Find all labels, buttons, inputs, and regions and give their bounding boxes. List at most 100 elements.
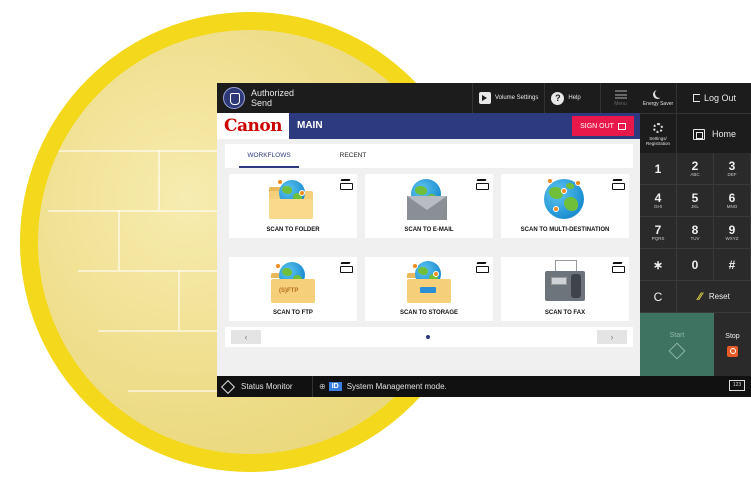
keypad-second-row: Settings/ Registration Home <box>640 113 751 154</box>
keypad-top-row: Energy Saver Log Out <box>640 83 751 113</box>
logout-icon <box>692 94 700 102</box>
tab-strip: WORKFLOWS RECENT <box>225 144 633 168</box>
key-letters: WXYZ <box>725 235 739 241</box>
log-out-button[interactable]: Log Out <box>678 83 751 113</box>
scanner-icon <box>612 262 625 273</box>
page-title: MAIN <box>297 120 323 131</box>
logo-text: Canon <box>223 116 283 136</box>
start-button[interactable]: Start <box>640 313 714 376</box>
key-digit: ∗ <box>652 257 664 272</box>
tile-label: SCAN TO FOLDER <box>266 227 320 233</box>
printer-control-panel: Authorized Send Volume Settings ? Help M… <box>217 83 751 397</box>
tile-label: SCAN TO E-MAIL <box>404 227 454 233</box>
keypad-panel: Energy Saver Log Out Settings/ Registrat… <box>640 83 751 397</box>
sign-out-icon <box>617 122 626 130</box>
key-digit: 2 <box>691 158 699 173</box>
key-letters: MNO <box>726 203 738 209</box>
stop-button[interactable]: Stop <box>714 313 751 376</box>
key-digit: 8 <box>691 222 699 237</box>
status-monitor-button[interactable]: Status Monitor <box>217 376 313 397</box>
reset-label: Reset <box>708 292 730 301</box>
key-digit: 4 <box>654 190 662 205</box>
settings-registration-label: Settings/ Registration <box>645 135 670 146</box>
key-letters: PQRS <box>651 235 665 241</box>
log-out-label: Log Out <box>703 93 737 103</box>
stop-icon <box>727 345 738 357</box>
next-page-button[interactable]: › <box>597 330 627 344</box>
key-8[interactable]: 8 TUV <box>677 217 714 249</box>
status-bar: Status Monitor ⊕ ID System Management mo… <box>217 376 640 397</box>
key-hash[interactable]: # <box>714 249 751 281</box>
hamburger-icon <box>614 89 627 99</box>
scan-to-folder-tile[interactable]: SCAN TO FOLDER <box>229 174 357 238</box>
key-6[interactable]: 6 MNO <box>714 185 751 217</box>
tab-workflows[interactable]: WORKFLOWS <box>239 144 299 168</box>
key-2[interactable]: 2 ABC <box>677 153 714 185</box>
scanner-icon <box>340 179 353 190</box>
ftp-text: (S)FTP <box>279 288 299 294</box>
key-7[interactable]: 7 PQRS <box>640 217 677 249</box>
scanner-icon <box>612 179 625 190</box>
key-1[interactable]: 1 <box>640 153 677 185</box>
canon-logo: Canon <box>217 113 289 139</box>
id-badge: ID <box>328 382 342 391</box>
key-4[interactable]: 4 GHI <box>640 185 677 217</box>
sign-out-button[interactable]: SIGN OUT <box>572 116 634 136</box>
volume-settings-button[interactable]: Volume Settings <box>472 83 544 113</box>
key-letters: JKL <box>691 203 699 209</box>
energy-saver-label: Energy Saver <box>642 101 674 107</box>
key-letters: ABC <box>690 171 700 177</box>
energy-saver-button[interactable]: Energy Saver <box>640 83 677 113</box>
scan-to-multi-destination-tile[interactable]: SCAN TO MULTI-DESTINATION <box>501 174 629 238</box>
key-asterisk[interactable]: ∗ <box>640 249 677 281</box>
menu-label: Menu <box>614 100 627 107</box>
key-3[interactable]: 3 DEF <box>714 153 751 185</box>
scanner-icon <box>476 262 489 273</box>
status-monitor-icon <box>220 379 236 394</box>
speaker-icon <box>479 92 491 104</box>
help-button[interactable]: ? Help <box>544 83 586 113</box>
reset-button[interactable]: ⁄⁄ Reset <box>677 281 751 313</box>
scan-to-ftp-tile[interactable]: (S)FTP SCAN TO FTP <box>229 257 357 321</box>
sign-out-label: SIGN OUT <box>580 122 614 130</box>
scan-to-storage-tile[interactable]: SCAN TO STORAGE <box>365 257 493 321</box>
tile-label: SCAN TO MULTI-DESTINATION <box>520 227 610 233</box>
clear-key[interactable]: C <box>640 281 677 313</box>
key-digit: 9 <box>728 222 736 237</box>
stop-label: Stop <box>725 332 740 340</box>
reset-icon: ⁄⁄ <box>698 290 702 303</box>
lock-icon: ⊕ <box>319 382 326 391</box>
settings-registration-button[interactable]: Settings/ Registration <box>640 114 677 154</box>
authorized-send-indicator[interactable]: Authorized Send <box>217 83 472 113</box>
brand-bar: Canon MAIN SIGN OUT <box>217 113 640 139</box>
home-button[interactable]: Home <box>678 114 751 154</box>
screenshot-stage: Authorized Send Volume Settings ? Help M… <box>0 0 751 485</box>
key-letters: GHI <box>653 203 662 209</box>
moon-icon <box>655 89 664 98</box>
authorized-send-label: Authorized Send <box>251 88 295 108</box>
keypad-bottom-row: 123 <box>640 376 751 397</box>
key-digit: 5 <box>691 190 699 205</box>
key-digit: 6 <box>728 190 736 205</box>
home-icon <box>692 128 705 140</box>
scanner-icon <box>340 262 353 273</box>
scan-to-fax-tile[interactable]: SCAN TO FAX <box>501 257 629 321</box>
scan-to-email-tile[interactable]: SCAN TO E-MAIL <box>365 174 493 238</box>
clear-label: C <box>653 289 663 304</box>
key-9[interactable]: 9 WXYZ <box>714 217 751 249</box>
previous-page-button[interactable]: ‹ <box>231 330 261 344</box>
page-indicator-dot <box>426 335 430 339</box>
tab-recent[interactable]: RECENT <box>323 144 383 168</box>
gear-icon <box>653 122 663 133</box>
key-digit: 1 <box>654 161 662 176</box>
start-label: Start <box>669 332 685 339</box>
key-digit: 0 <box>691 257 699 272</box>
key-5[interactable]: 5 JKL <box>677 185 714 217</box>
menu-button[interactable]: Menu <box>600 83 640 113</box>
counter-check-button[interactable]: 123 <box>729 380 745 391</box>
help-label: Help <box>568 95 581 101</box>
status-monitor-label: Status Monitor <box>241 382 293 391</box>
key-0[interactable]: 0 <box>677 249 714 281</box>
start-icon <box>668 342 686 360</box>
main-content: WORKFLOWS RECENT SCAN TO FOLDER SCAN TO … <box>217 139 640 376</box>
